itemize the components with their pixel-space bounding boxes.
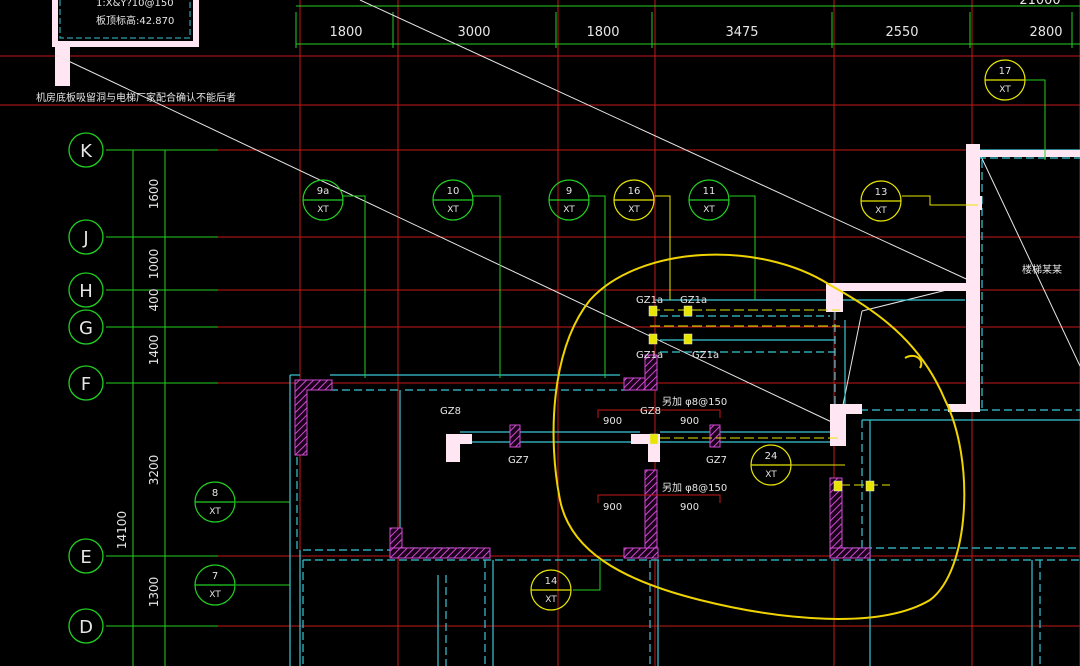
marker-7-sub: XT — [209, 590, 221, 600]
dim-1800-b: 1800 — [586, 25, 619, 40]
axis-g-label: G — [79, 318, 93, 339]
stair-side-label: 楼梯某某 — [1022, 263, 1062, 276]
dim-2800: 2800 — [1029, 25, 1062, 40]
marker-leaders — [236, 79, 1046, 591]
axis-h-label: H — [79, 281, 93, 302]
marker-11-id: 11 — [703, 186, 716, 197]
vdim-400: 400 — [147, 289, 161, 312]
opening-width-lower-left: 900 — [603, 502, 622, 513]
vdim-3200: 3200 — [147, 455, 161, 486]
marker-11-sub: XT — [703, 205, 715, 215]
axis-d-label: D — [79, 617, 93, 638]
dim-3000: 3000 — [457, 25, 490, 40]
vdim-total-14100: 14100 — [115, 511, 129, 549]
gz1a-label-3: GZ1a — [636, 350, 663, 361]
revision-cloud-outline — [552, 253, 966, 620]
vertical-dimension-labels: 1600 1000 400 1400 3200 1300 14100 — [115, 179, 161, 608]
top-left-note: 1:X&Y?10@150 板顶标高:42.870 机房底板吸留洞与电梯厂家配合确… — [36, 0, 236, 104]
marker-8-id: 8 — [212, 488, 218, 499]
axis-k-label: K — [80, 141, 93, 162]
gz1a-label-1: GZ1a — [636, 295, 663, 306]
marker-10-id: 10 — [447, 186, 460, 197]
gz8-label-1: GZ8 — [440, 406, 461, 417]
marker-10-sub: XT — [447, 205, 459, 215]
dim-3475: 3475 — [725, 25, 758, 40]
marker-9a-sub: XT — [317, 205, 329, 215]
marker-17-id: 17 — [999, 66, 1012, 77]
section-marker-labels: 9a XT 10 XT 9 XT 16 XT 11 XT 13 XT 17 XT… — [209, 66, 1011, 605]
dim-2550: 2550 — [885, 25, 918, 40]
marker-9a-id: 9a — [317, 186, 330, 197]
axis-f-label: F — [81, 374, 91, 395]
opening-width-upper-left: 900 — [603, 416, 622, 427]
marker-14-sub: XT — [545, 595, 557, 605]
gz1a-label-4: GZ1a — [692, 350, 719, 361]
cad-drawing-canvas: 1800 3000 1800 3475 2550 2800 21000 1600… — [0, 0, 1080, 666]
gz7-label-2: GZ7 — [706, 455, 727, 466]
marker-7-id: 7 — [212, 571, 218, 582]
gz8-label-2: GZ8 — [640, 406, 661, 417]
marker-17-sub: XT — [999, 85, 1011, 95]
axis-e-label: E — [80, 547, 91, 568]
vdim-1400: 1400 — [147, 335, 161, 366]
masonry-walls — [294, 354, 871, 559]
marker-8-sub: XT — [209, 507, 221, 517]
marker-13-id: 13 — [875, 187, 888, 198]
opening-width-lower-right: 900 — [680, 502, 699, 513]
column-labels: GZ1a GZ1a GZ1a GZ1a GZ8 GZ8 GZ7 GZ7 — [440, 295, 727, 466]
marker-16-id: 16 — [628, 186, 641, 197]
revision-cloud-tick — [904, 354, 923, 369]
axis-j-label: J — [82, 228, 88, 249]
marker-24-id: 24 — [765, 451, 778, 462]
gz1a-label-2: GZ1a — [680, 295, 707, 306]
marker-9-sub: XT — [563, 205, 575, 215]
marker-leaders-yellow — [655, 195, 978, 466]
gz7-label-1: GZ7 — [508, 455, 529, 466]
note-rebar-line: 1:X&Y?10@150 — [96, 0, 174, 9]
dim-1800-a: 1800 — [329, 25, 362, 40]
rebar-note-upper: 另加 φ8@150 — [662, 396, 727, 408]
marker-13-sub: XT — [875, 206, 887, 216]
marker-9-id: 9 — [566, 186, 572, 197]
note-elevation-line: 板顶标高:42.870 — [96, 14, 174, 27]
marker-16-sub: XT — [628, 205, 640, 215]
dim-partial-total: 21000 — [1019, 0, 1060, 8]
vdim-1300: 1300 — [147, 577, 161, 608]
vdim-1600: 1600 — [147, 179, 161, 210]
rebar-note-lower: 另加 φ8@150 — [662, 482, 727, 494]
axis-letters: K J H G F E D — [79, 141, 93, 638]
concrete-walls — [446, 144, 1080, 462]
marker-14-id: 14 — [545, 576, 558, 587]
marker-24-sub: XT — [765, 470, 777, 480]
vdim-1000: 1000 — [147, 249, 161, 280]
opening-width-upper-right: 900 — [680, 416, 699, 427]
